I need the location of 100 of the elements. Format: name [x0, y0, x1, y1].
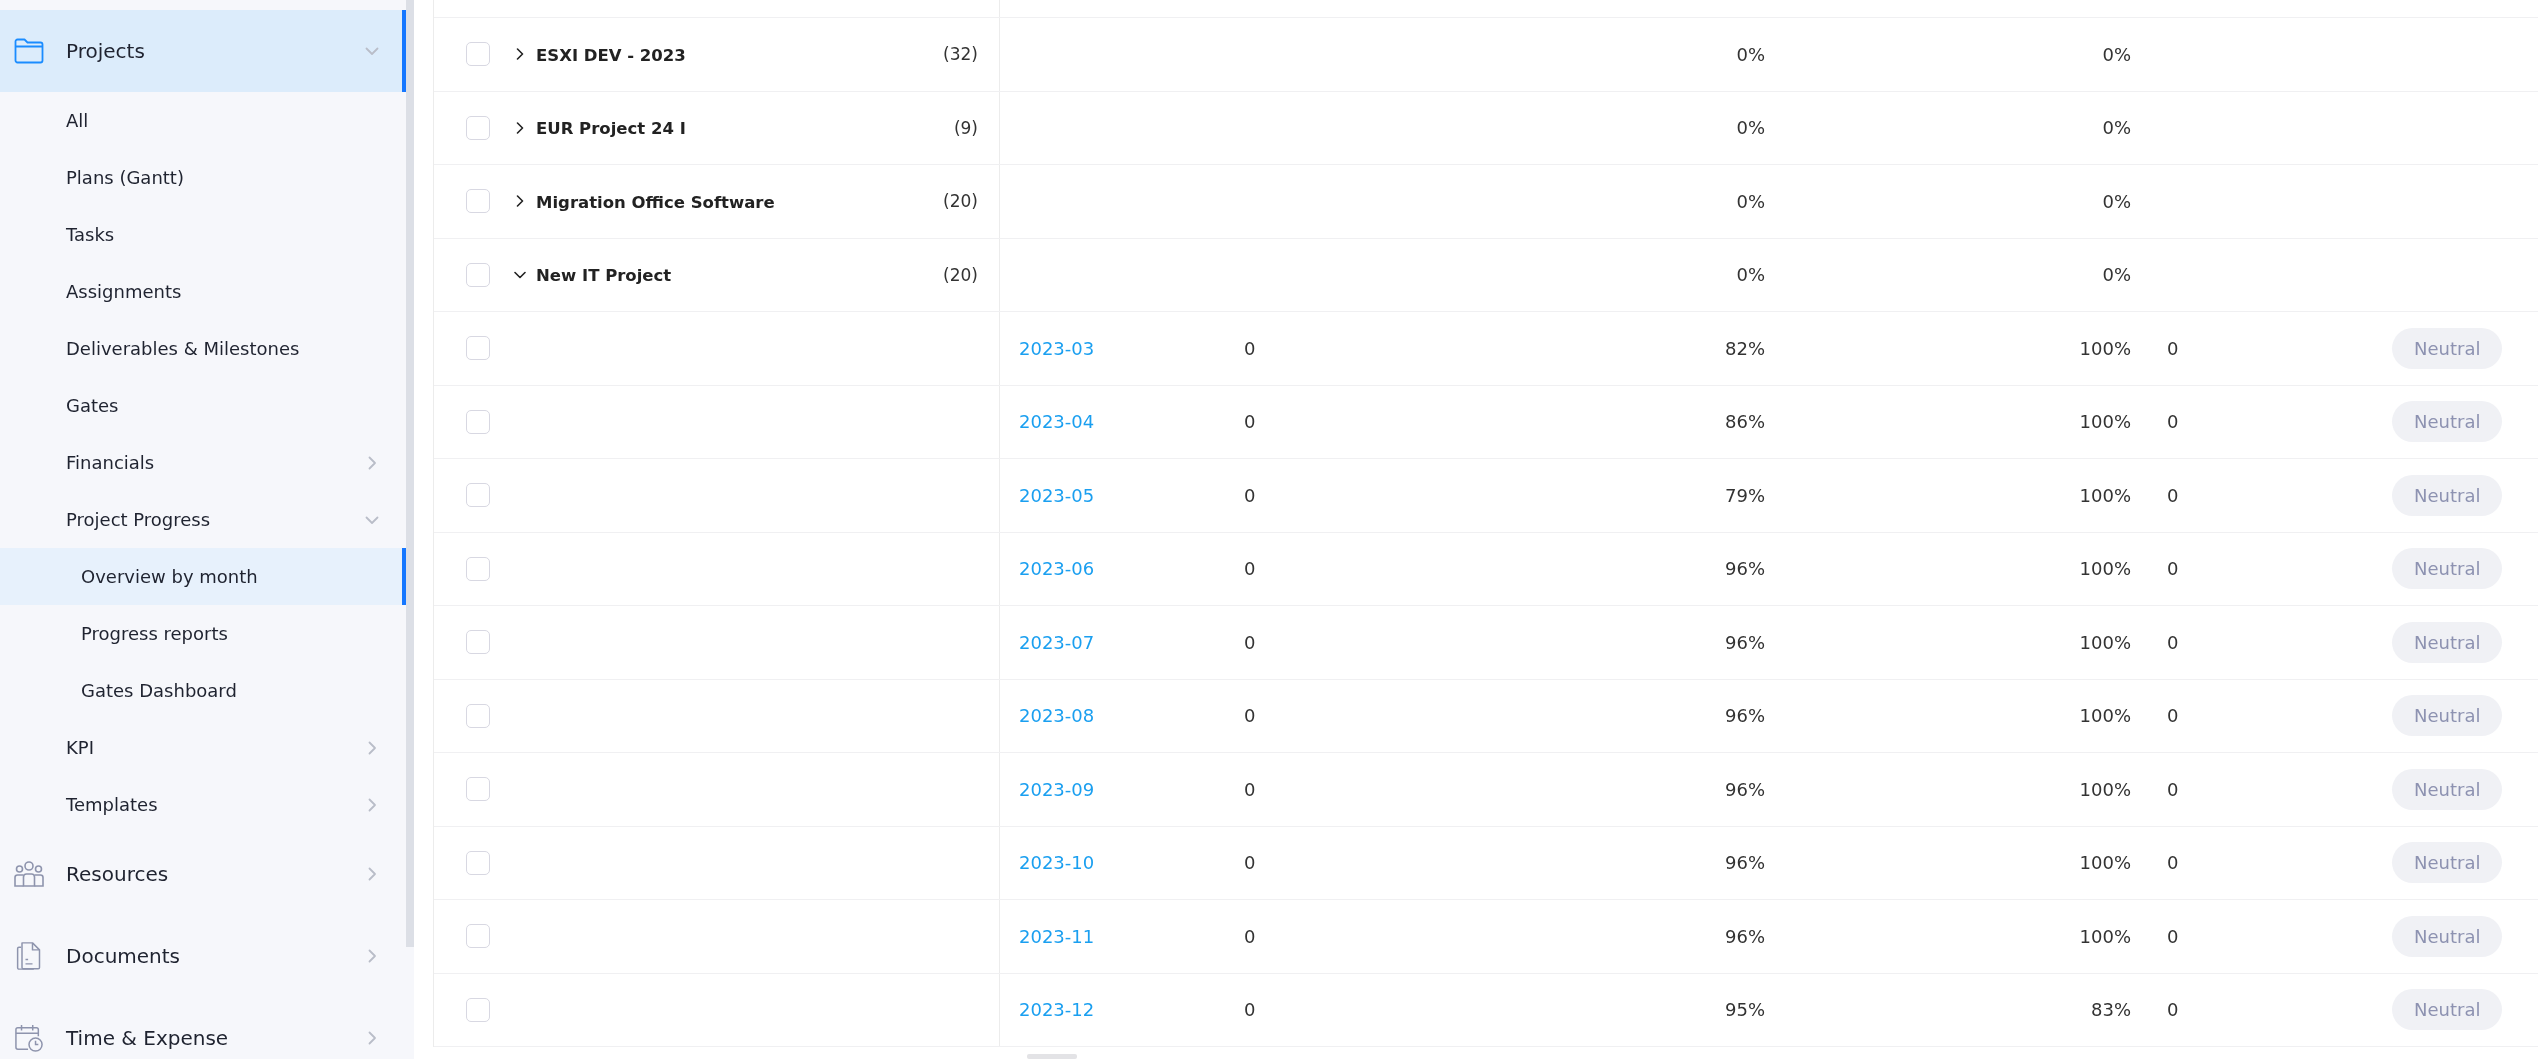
item-count: (20): [943, 191, 978, 212]
table-cell: 0: [2167, 411, 2179, 433]
sidebar-item[interactable]: Documents: [0, 915, 406, 997]
sidebar-item[interactable]: Deliverables & Milestones: [0, 320, 406, 377]
table-cell: 95%: [1725, 999, 1765, 1021]
status-tag: Neutral: [2392, 548, 2503, 590]
table-cell: 0: [1244, 852, 1256, 874]
table-cell: 0: [1244, 925, 1256, 947]
scrollbar-thumb[interactable]: [406, 0, 414, 947]
item-count: (20): [943, 264, 978, 285]
table-cell: 0: [2167, 558, 2179, 580]
table-cell: 96%: [1725, 778, 1765, 800]
sidebar-item[interactable]: Plans (Gantt): [0, 149, 406, 206]
checkbox[interactable]: [466, 703, 490, 728]
checkbox[interactable]: [466, 556, 490, 581]
project-name: ESXI DEV - 2023: [536, 45, 686, 65]
checkbox[interactable]: [466, 409, 490, 434]
table-cell: 100%: [2079, 778, 2131, 800]
table-cell: 100%: [2079, 705, 2131, 727]
sidebar-item[interactable]: KPI: [0, 719, 406, 776]
checkbox[interactable]: [466, 336, 490, 361]
checkbox[interactable]: [466, 42, 490, 67]
table-cell: 0: [1244, 631, 1256, 653]
table-cell: 82%: [1725, 337, 1765, 359]
table-cell: 0: [2167, 999, 2179, 1021]
table-cell: 0: [1244, 411, 1256, 433]
checkbox[interactable]: [466, 115, 490, 140]
status-tag: Neutral: [2392, 474, 2503, 516]
table-cell: 0: [1244, 558, 1256, 580]
table-cell: 0%: [2102, 117, 2131, 139]
table-cell: 0%: [2102, 43, 2131, 65]
table-cell: 0: [1244, 484, 1256, 506]
project-name: New IT Project: [536, 266, 672, 286]
calendar-clock-icon: [14, 1024, 44, 1052]
table-cell: 0%: [2102, 190, 2131, 212]
item-count: (32): [943, 44, 978, 65]
table-cell: 0: [2167, 337, 2179, 359]
table-cell: 96%: [1725, 852, 1765, 874]
checkbox[interactable]: [466, 997, 490, 1022]
project-name: Migration Office Software: [536, 192, 775, 212]
table-cell: 0: [2167, 484, 2179, 506]
status-tag: Neutral: [2392, 768, 2503, 810]
table-cell: 0: [1244, 337, 1256, 359]
table-cell: 0: [2167, 631, 2179, 653]
table-cell: 96%: [1725, 705, 1765, 727]
scrollbar-thumb[interactable]: [1027, 1054, 1077, 1059]
table-cell: 79%: [1725, 484, 1765, 506]
table-cell: 0: [2167, 852, 2179, 874]
table-cell: 100%: [2079, 411, 2131, 433]
table-cell: 0%: [1736, 264, 1765, 286]
sidebar-item[interactable]: Project Progress: [0, 491, 406, 548]
sidebar-item[interactable]: Projects: [0, 10, 406, 92]
sidebar-item[interactable]: Gates Dashboard: [0, 662, 406, 719]
chevron-icon[interactable]: [514, 121, 526, 134]
table-cell: 0%: [2102, 264, 2131, 286]
checkbox[interactable]: [466, 189, 490, 214]
table-cell: 0: [1244, 778, 1256, 800]
chevron-icon[interactable]: [514, 48, 526, 61]
sidebar-item[interactable]: Overview by month: [0, 548, 406, 605]
table-cell: 0: [1244, 999, 1256, 1021]
checkbox[interactable]: [466, 630, 490, 655]
table-cell: 0%: [1736, 190, 1765, 212]
folder-icon: [14, 37, 44, 65]
sidebar-item[interactable]: Time & Expense: [0, 997, 406, 1059]
status-tag: Neutral: [2392, 621, 2503, 663]
table-cell: 100%: [2079, 558, 2131, 580]
table-cell: 0%: [1736, 117, 1765, 139]
table-cell: 100%: [2079, 337, 2131, 359]
table-cell: 0: [2167, 925, 2179, 947]
checkbox[interactable]: [466, 777, 490, 802]
table-cell: 100%: [2079, 852, 2131, 874]
sidebar-item[interactable]: All: [0, 92, 406, 149]
sidebar-item[interactable]: Gates: [0, 377, 406, 434]
people-icon: [14, 860, 44, 888]
checkbox[interactable]: [466, 262, 490, 287]
checkbox[interactable]: [466, 924, 490, 949]
status-tag: Neutral: [2392, 842, 2503, 884]
table-cell: 0: [1244, 705, 1256, 727]
table-cell: 83%: [2091, 999, 2131, 1021]
table-cell: 100%: [2079, 631, 2131, 653]
table-cell: 96%: [1725, 631, 1765, 653]
status-tag: Neutral: [2392, 401, 2503, 443]
sidebar-item[interactable]: Progress reports: [0, 605, 406, 662]
sidebar-item[interactable]: Assignments: [0, 263, 406, 320]
table-cell: 96%: [1725, 925, 1765, 947]
table-cell: 0: [2167, 705, 2179, 727]
sidebar-item[interactable]: Financials: [0, 434, 406, 491]
item-count: (9): [953, 117, 978, 138]
status-tag: Neutral: [2392, 327, 2503, 369]
sidebar-item[interactable]: Templates: [0, 776, 406, 833]
table-cell: 0: [2167, 778, 2179, 800]
chevron-icon[interactable]: [514, 195, 526, 208]
status-tag: Neutral: [2392, 915, 2503, 957]
checkbox[interactable]: [466, 850, 490, 875]
sidebar-item[interactable]: Tasks: [0, 206, 406, 263]
sidebar-item[interactable]: Resources: [0, 833, 406, 915]
table-cell: 100%: [2079, 925, 2131, 947]
project-name: EUR Project 24 I: [536, 119, 686, 139]
status-tag: Neutral: [2392, 989, 2503, 1031]
checkbox[interactable]: [466, 483, 490, 508]
